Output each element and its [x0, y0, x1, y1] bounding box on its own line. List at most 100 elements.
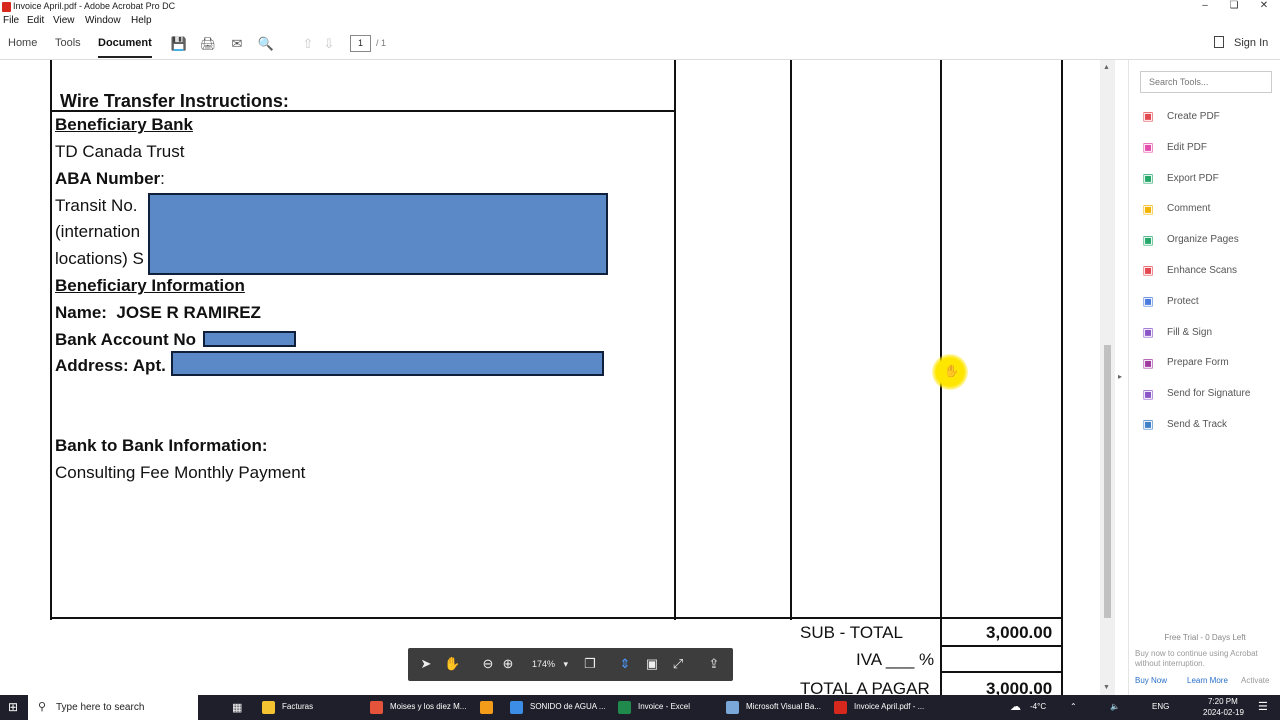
task-view-icon[interactable]: ▦	[232, 701, 242, 714]
taskbar-app-label[interactable]: SONIDO de AGUA ...	[530, 702, 606, 711]
account-label: Bank Account No	[55, 330, 197, 349]
tool-edit-pdf[interactable]: ▣ Edit PDF	[1141, 140, 1207, 156]
taskbar-app-icon[interactable]	[726, 701, 739, 714]
menu-window[interactable]: Window	[85, 15, 121, 26]
right-pane-toggle-icon[interactable]: ▸	[1118, 372, 1122, 381]
taskbar-app-label[interactable]: Microsoft Visual Ba...	[746, 702, 821, 711]
subtotal-value: 3,000.00	[986, 623, 1053, 642]
tools-pane: Search Tools... ▣ Create PDF ▣ Edit PDF ▣ Exp…	[1128, 60, 1280, 695]
tab-home[interactable]: Home	[8, 37, 37, 49]
acrobat-app-icon	[2, 2, 11, 12]
taskbar-app-icon[interactable]	[262, 701, 275, 714]
tool-create-pdf[interactable]: ▣ Create PDF	[1141, 109, 1219, 125]
print-icon[interactable]: 🖨	[199, 35, 217, 53]
weather-icon[interactable]: ☁	[1010, 700, 1021, 713]
tool-organize-pages[interactable]: ▣ Organize Pages	[1141, 232, 1238, 248]
clock-time[interactable]: 7:20 PM	[1208, 697, 1238, 706]
page-number-input[interactable]: 1	[350, 35, 371, 52]
bank-name: TD Canada Trust	[55, 142, 185, 161]
language-indicator[interactable]: ENG	[1152, 702, 1169, 711]
taskbar-app-label[interactable]: Moises y los diez M...	[390, 702, 466, 711]
search-icon[interactable]: 🔍	[257, 35, 275, 53]
taskbar-app-label[interactable]: Facturas	[282, 702, 313, 711]
notifications-icon[interactable]: ☰	[1258, 700, 1268, 713]
trial-text: Buy now to continue using Acrobat withou…	[1135, 649, 1258, 668]
menu-bar: File Edit View Window Help	[0, 14, 1280, 29]
fit-page-icon[interactable]: ▣	[644, 656, 660, 672]
comment-icon: ▣	[1142, 201, 1154, 216]
minimize-button[interactable]: –	[1190, 0, 1220, 11]
tool-label: Fill & Sign	[1167, 326, 1213, 338]
sign-in-button[interactable]: Sign In	[1214, 36, 1268, 49]
zoom-out-icon[interactable]: ⊖	[480, 656, 496, 672]
close-button[interactable]: ✕	[1249, 0, 1279, 11]
sign-in-label: Sign In	[1234, 37, 1269, 49]
weather-temp[interactable]: -4°C	[1030, 702, 1046, 711]
hand-tool-icon[interactable]: ✋	[444, 656, 460, 672]
select-tool-icon[interactable]: ➤	[418, 656, 434, 672]
tool-export-pdf[interactable]: ▣ Export PDF	[1141, 170, 1218, 187]
clock-date[interactable]: 2024-02-19	[1203, 708, 1244, 717]
scroll-down-icon[interactable]: ▼	[1103, 684, 1110, 691]
taskbar-app-icon[interactable]	[510, 701, 523, 714]
tool-label: Send for Signature	[1167, 388, 1251, 400]
previous-page-icon[interactable]: ⇧	[299, 35, 317, 53]
learn-more-link[interactable]: Learn More	[1187, 676, 1228, 685]
zoom-in-icon[interactable]: ⊕	[500, 656, 516, 672]
buy-now-link[interactable]: Buy Now	[1135, 676, 1167, 685]
tool-label: Enhance Scans	[1167, 265, 1238, 276]
taskbar-app-label[interactable]: Invoice April.pdf - ...	[854, 702, 924, 711]
menu-file[interactable]: File	[3, 15, 19, 26]
save-icon[interactable]: 💾	[170, 35, 188, 53]
zoom-dropdown[interactable]: 174% ▾	[528, 655, 572, 674]
tool-send-track[interactable]: ▣ Send & Track	[1141, 417, 1227, 433]
search-tools-input[interactable]: Search Tools...	[1140, 71, 1272, 93]
vertical-scrollbar[interactable]: ▲ ▼	[1100, 60, 1115, 695]
scrollbar-thumb[interactable]	[1104, 345, 1111, 618]
tool-protect[interactable]: ▣ Protect	[1141, 294, 1198, 310]
table-border-bottom	[50, 617, 1063, 619]
taskbar-app-icon[interactable]	[370, 701, 383, 714]
tool-send-signature[interactable]: ▣ Send for Signature	[1141, 386, 1250, 402]
next-page-icon[interactable]: ⇩	[320, 35, 338, 53]
menu-edit[interactable]: Edit	[27, 15, 44, 26]
send-signature-icon: ▣	[1142, 386, 1154, 401]
email-icon[interactable]: ✉	[228, 35, 246, 53]
zoom-value: 174%	[532, 659, 556, 669]
tab-document[interactable]: Document	[98, 37, 152, 58]
aba-label: ABA Number	[55, 169, 161, 188]
volume-icon[interactable]: 🔈	[1110, 702, 1120, 711]
activate-link[interactable]: Activate	[1241, 676, 1269, 685]
locations-label: locations) S	[55, 249, 144, 268]
taskbar-search-box[interactable]: ⚲ Type here to search	[28, 695, 198, 720]
tool-label: Prepare Form	[1167, 357, 1229, 369]
menu-help[interactable]: Help	[131, 15, 152, 26]
bank-to-bank-value: Consulting Fee Monthly Payment	[55, 463, 306, 482]
restore-button[interactable]: ❏	[1219, 0, 1249, 11]
tray-chevron-icon[interactable]: ⌃	[1070, 702, 1077, 711]
tool-enhance-scans[interactable]: ▣ Enhance Scans	[1141, 263, 1237, 279]
main-toolbar: Home Tools Document 💾 🖨 ✉ 🔍 ⇧ ⇩ 1 / 1 Si…	[0, 29, 1280, 60]
menu-view[interactable]: View	[53, 15, 75, 26]
scroll-up-icon[interactable]: ▲	[1103, 64, 1110, 71]
taskbar-search-placeholder: Type here to search	[56, 702, 145, 713]
taskbar-app-label[interactable]: Invoice - Excel	[638, 702, 690, 711]
share-icon[interactable]: ⇪	[706, 656, 722, 672]
tool-prepare-form[interactable]: ▣ Prepare Form	[1141, 355, 1229, 371]
taskbar-app-icon[interactable]	[834, 701, 847, 714]
fit-width-icon[interactable]: ⇕	[617, 656, 633, 672]
tool-comment[interactable]: ▣ Comment	[1141, 201, 1210, 217]
international-label: (internation	[55, 222, 141, 241]
full-screen-icon[interactable]: ⤢	[670, 656, 686, 672]
windows-start-icon[interactable]: ⊞	[8, 700, 18, 714]
page-view-icon[interactable]: ❐	[582, 656, 598, 672]
tab-tools[interactable]: Tools	[55, 37, 81, 49]
organize-pages-icon: ▣	[1142, 232, 1154, 247]
name-label: Name:	[55, 303, 107, 322]
export-pdf-icon: ▣	[1142, 170, 1154, 185]
taskbar-app-icon[interactable]	[480, 701, 493, 714]
taskbar-app-icon[interactable]	[618, 701, 631, 714]
tool-fill-sign[interactable]: ▣ Fill & Sign	[1141, 325, 1212, 341]
totals-divider	[940, 645, 1063, 647]
table-column-divider	[674, 60, 676, 620]
